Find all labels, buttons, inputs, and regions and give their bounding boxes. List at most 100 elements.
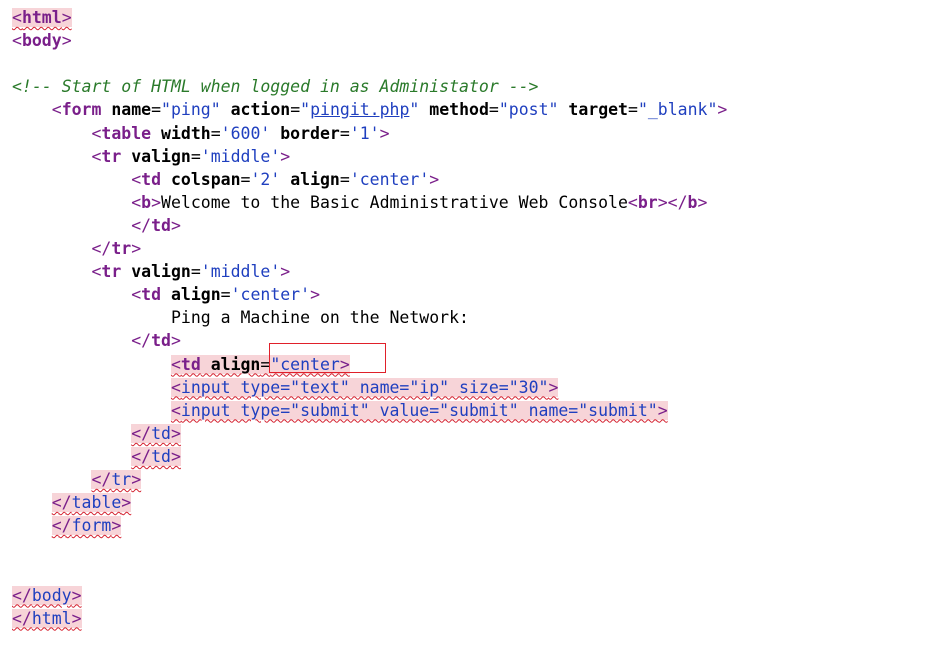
code-token: tr xyxy=(101,146,122,166)
code-token: tr xyxy=(101,262,122,282)
code-token: 'middle' xyxy=(200,146,281,166)
code-line[interactable]: <html> xyxy=(12,6,72,29)
code-token: td xyxy=(141,169,162,189)
code-line[interactable]: <tr valign='middle'> xyxy=(12,145,290,168)
code-token: "center xyxy=(270,354,340,374)
code-token: Ping a Machine on the Network: xyxy=(170,308,469,328)
code-token: " xyxy=(409,100,420,120)
code-line[interactable]: </table> xyxy=(12,491,132,514)
code-token: = xyxy=(628,100,638,120)
code-token: > xyxy=(548,377,559,397)
code-token: > xyxy=(151,192,162,212)
code-content: <form name="ping" action="pingit.php" me… xyxy=(52,100,728,119)
code-token: html xyxy=(21,8,62,27)
code-token: b xyxy=(687,192,698,212)
code-line[interactable]: <body> xyxy=(12,29,72,52)
code-line[interactable]: </tr> xyxy=(12,468,142,491)
code-line[interactable]: <!-- Start of HTML when logged in as Adm… xyxy=(12,75,539,98)
code-line[interactable]: <td align='center'> xyxy=(12,283,320,306)
code-token: > xyxy=(310,285,320,305)
code-token: tr xyxy=(111,470,132,489)
code-line[interactable]: </td> xyxy=(12,329,181,352)
code-token: '1' xyxy=(349,123,380,143)
code-token: = xyxy=(190,146,201,166)
code-line[interactable]: <table width='600' border='1'> xyxy=(12,122,390,145)
code-token: "_blank" xyxy=(637,100,718,120)
code-line[interactable]: <b>Welcome to the Basic Administrative W… xyxy=(12,191,707,214)
code-content: <td align="center> xyxy=(170,354,350,374)
code-token: valign xyxy=(121,262,191,282)
code-token: > xyxy=(131,470,142,489)
code-token: align xyxy=(280,169,340,189)
code-content: </td> xyxy=(131,216,181,235)
code-token: tr xyxy=(111,239,132,258)
code-token: > xyxy=(657,400,668,420)
code-token: = xyxy=(290,100,301,120)
code-content: </body> xyxy=(12,585,82,605)
code-content: <tr valign='middle'> xyxy=(91,147,290,166)
code-content: </table> xyxy=(51,493,132,513)
code-token: body xyxy=(21,31,62,51)
code-token: > xyxy=(280,262,291,282)
code-token: action xyxy=(220,100,291,120)
code-line[interactable]: Ping a Machine on the Network: xyxy=(12,306,469,329)
code-line[interactable]: </td> xyxy=(12,422,181,445)
code-line[interactable]: <tr valign='middle'> xyxy=(12,260,290,283)
code-editor[interactable]: <html> <body> <!-- Start of HTML when logg… xyxy=(0,0,946,652)
code-line[interactable]: <input type="text" name="ip" size="30"> xyxy=(12,376,559,399)
code-token: < xyxy=(91,262,102,282)
code-token: < xyxy=(12,8,22,27)
code-content: </form> xyxy=(51,516,122,536)
code-line[interactable]: </tr> xyxy=(12,237,141,260)
code-content: <b>Welcome to the Basic Administrative W… xyxy=(131,193,707,212)
code-content: </tr> xyxy=(91,239,141,258)
code-line[interactable]: </td> xyxy=(12,214,181,237)
code-token: > xyxy=(339,354,350,374)
code-token: </ xyxy=(91,470,112,489)
code-token: > xyxy=(379,123,390,143)
code-token: < xyxy=(91,123,102,143)
code-content: <input type="text" name="ip" size="30"> xyxy=(170,377,559,397)
code-token: = xyxy=(151,100,162,120)
code-token: td xyxy=(151,423,171,443)
code-token: br xyxy=(637,192,658,212)
code-line[interactable]: <input type="submit" value="submit" name… xyxy=(12,399,668,422)
code-line[interactable]: <td colspan='2' align='center'> xyxy=(12,168,439,191)
code-line[interactable]: <td align="center> xyxy=(12,353,350,376)
code-line[interactable]: </body> xyxy=(12,584,82,607)
code-token: 'middle' xyxy=(200,262,281,282)
code-token: " xyxy=(300,100,311,120)
code-token: < xyxy=(170,354,181,374)
code-token: < xyxy=(12,31,22,51)
code-token: < xyxy=(131,169,142,189)
code-line[interactable]: </form> xyxy=(12,514,122,537)
code-line[interactable]: <form name="ping" action="pingit.php" me… xyxy=(12,98,728,121)
code-token: table xyxy=(71,493,122,513)
code-token: td xyxy=(151,331,171,351)
code-line[interactable]: </td> xyxy=(12,445,181,468)
code-content: <tr valign='middle'> xyxy=(91,262,290,281)
code-token: < xyxy=(170,400,181,420)
code-token: b xyxy=(141,192,152,212)
code-content: </td> xyxy=(131,331,181,350)
code-line[interactable]: </html> xyxy=(12,607,82,630)
code-token: </ xyxy=(51,516,72,536)
code-token: "post" xyxy=(498,100,559,120)
code-token: > xyxy=(111,516,122,536)
code-token: > xyxy=(170,331,181,351)
code-token: align xyxy=(200,354,261,374)
code-token: colspan xyxy=(161,169,241,189)
code-token: table xyxy=(101,123,152,143)
code-token: td xyxy=(180,354,201,374)
code-token: border xyxy=(270,123,340,143)
code-token: body xyxy=(31,585,72,605)
